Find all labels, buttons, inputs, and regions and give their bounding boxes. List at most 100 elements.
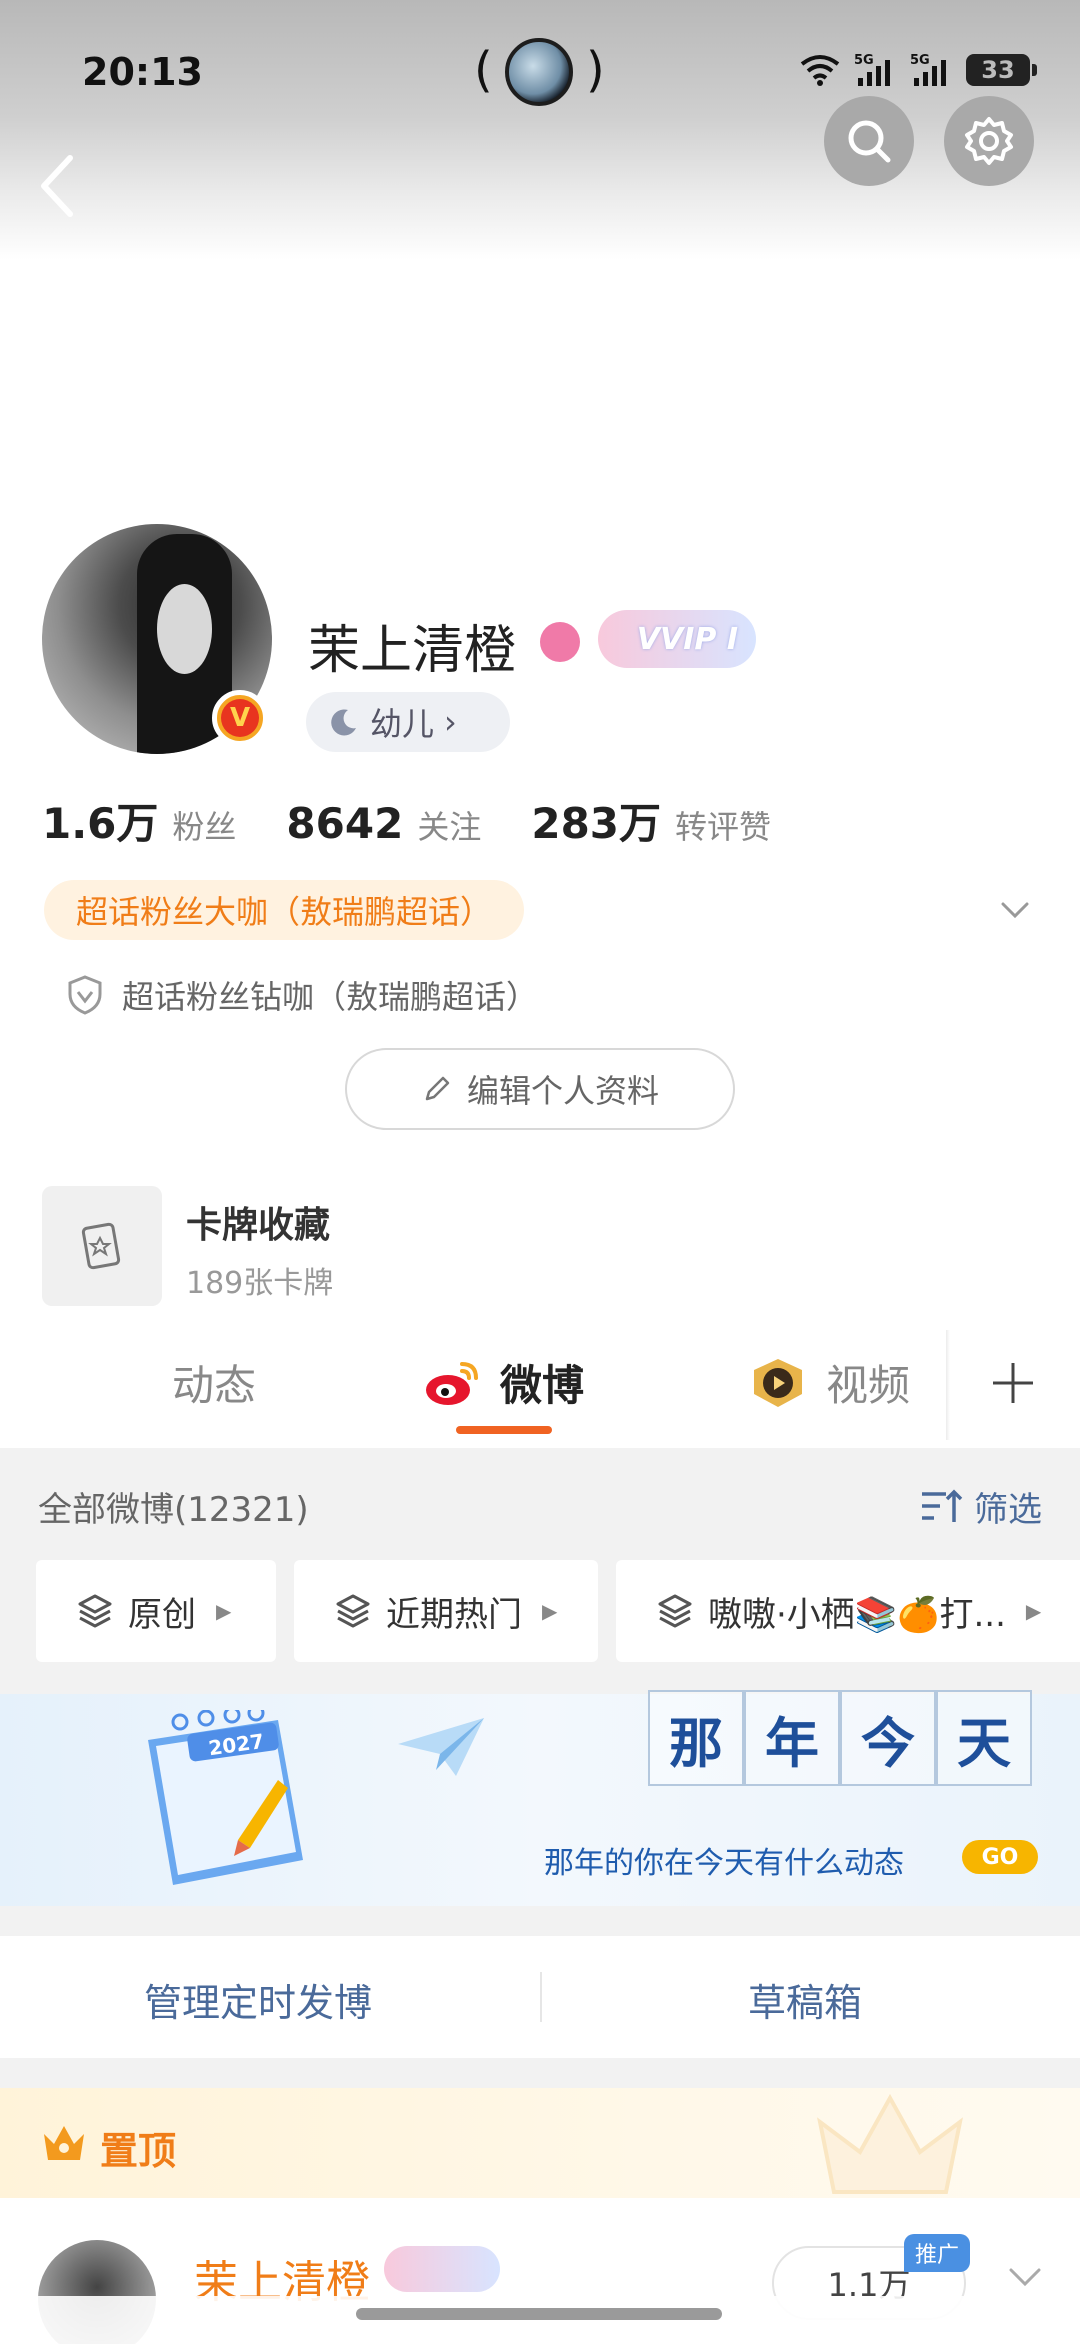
tab-divider [946,1330,950,1440]
on-this-day-title: 那 年 今 天 [648,1690,1032,1786]
active-tab-indicator [456,1426,552,1434]
stat-following[interactable]: 8642 关注 [286,799,481,848]
chip-arrow-icon: ▶ [1025,1599,1042,1623]
chip-custom-collection[interactable]: 嗷嗷·小栖📚🍊打... ▶ [616,1560,1080,1662]
settings-button[interactable] [944,96,1034,186]
pinned-label: 置顶 [100,2129,177,2173]
calendar-icon: 2027 [148,1710,303,1885]
manage-divider [540,1972,542,2022]
chip-original[interactable]: 原创 ▶ [36,1560,276,1662]
filter-label: 筛选 [974,1490,1042,1530]
gear-icon [965,117,1013,165]
verified-badge-icon: V [212,690,268,746]
vvip-badge[interactable]: VVIP I [598,610,756,668]
paper-plane-icon [398,1718,484,1776]
tab-weibo[interactable]: 微博 [424,1352,584,1413]
chip-original-label: 原创 [128,1594,196,1635]
status-center-indicator: ( ) [474,36,605,112]
signal-5g-icon-2: 5G [910,53,946,86]
stat-followers[interactable]: 1.6万 粉丝 [42,790,236,851]
banner-title-char: 那 [648,1690,744,1786]
card-collection-count: 189张卡牌 [186,1266,334,1301]
level-pill[interactable]: 幼儿 › [306,692,510,752]
home-indicator[interactable] [356,2308,722,2320]
video-badge-icon [754,1358,802,1407]
stat-interactions[interactable]: 283万 转评赞 [531,790,771,851]
manage-row: 管理定时发博 草稿箱 [0,1936,1080,2058]
crown-icon [44,2126,84,2160]
back-arrow-icon[interactable] [30,150,90,220]
promo-tag: 推广 [904,2234,970,2272]
section-separator [0,2058,1080,2088]
diamond-fan-label: 超话粉丝钻咖（敖瑞鹏超话） [122,978,539,1016]
tab-video-label: 视频 [826,1361,911,1410]
chevron-down-icon[interactable] [1000,895,1030,925]
all-weibo-count: 全部微博(12321) [38,1490,309,1530]
tab-video[interactable]: 视频 [748,1352,910,1413]
chip-arrow-icon: ▶ [542,1599,558,1623]
go-button[interactable]: GO [962,1840,1038,1874]
weibo-logo-icon [426,1361,478,1405]
chip-custom-collection-label: 嗷嗷·小栖📚🍊打... [708,1594,1006,1635]
tab-dynamics[interactable]: 动态 [172,1352,256,1413]
paren-right-icon: ) [586,42,605,98]
chip-arrow-icon: ▶ [216,1599,232,1623]
layers-icon [336,1594,370,1628]
wifi-icon [800,55,840,86]
stat-following-label: 关注 [417,808,482,846]
profile-name: 茉上清橙 [308,621,517,681]
battery-level: 33 [981,56,1015,84]
stat-followers-value: 1.6万 [42,799,159,848]
status-bar: 20:13 ( ) 5G 5G 33 [0,0,1080,140]
dynamic-island-orb-icon [505,38,573,106]
manage-scheduled-button[interactable]: 管理定时发博 [144,1972,372,2027]
super-fan-badge[interactable]: 超话粉丝大咖（敖瑞鹏超话） [44,880,525,940]
stat-interactions-value: 283万 [531,799,662,848]
chevron-down-icon[interactable] [1008,2262,1042,2292]
post-vip-badge [384,2246,500,2292]
bottom-fade [0,2296,1080,2344]
moon-icon [331,709,356,736]
crown-watermark-icon [817,2093,963,2194]
stat-interactions-label: 转评赞 [675,808,772,846]
card-star-icon [81,1222,121,1270]
banner-title-char: 年 [744,1690,840,1786]
diamond-fan-badge[interactable]: 超话粉丝钻咖（敖瑞鹏超话） [66,972,538,1018]
battery-icon: 33 [966,54,1037,86]
profile-tabs: 动态 微博 视频 [0,1330,1080,1440]
search-button[interactable] [824,96,914,186]
level-chevron-icon: › [444,703,457,741]
stat-following-value: 8642 [286,799,404,848]
tab-weibo-label: 微博 [500,1361,585,1410]
network-2-text: 5G [910,53,930,68]
paren-left-icon: ( [474,42,493,98]
edit-profile-label: 编辑个人资料 [466,1072,659,1110]
avatar-face-shape [157,584,212,674]
banner-title-char: 今 [840,1690,936,1786]
chip-recent-hot[interactable]: 近期热门 ▶ [294,1560,598,1662]
drafts-button[interactable]: 草稿箱 [748,1972,862,2027]
status-time: 20:13 [82,50,203,94]
layers-icon [78,1594,112,1628]
on-this-day-subtitle: 那年的你在今天有什么动态 [544,1846,904,1881]
filter-icon [922,1489,963,1522]
stat-followers-label: 粉丝 [172,808,237,846]
profile-stats: 1.6万 粉丝 8642 关注 283万 转评赞 [42,790,821,851]
level-label: 幼儿 [370,705,435,743]
filter-button[interactable]: 筛选 [920,1482,1042,1531]
layers-icon [658,1594,692,1628]
card-collection-title[interactable]: 卡牌收藏 [186,1196,330,1248]
edit-profile-button[interactable]: 编辑个人资料 [345,1048,735,1130]
network-1-text: 5G [854,53,874,68]
card-collection-icon-box[interactable] [42,1186,162,1306]
female-gender-icon [540,622,580,662]
status-icons: 5G 5G 33 [800,50,1037,90]
search-icon [848,120,891,163]
signal-5g-icon: 5G [854,53,890,86]
banner-title-char: 天 [936,1690,1032,1786]
section-separator [0,1906,1080,1936]
add-tab-plus-icon[interactable] [990,1360,1036,1406]
pencil-icon [425,1076,450,1101]
shield-icon [68,975,102,1015]
tab-dynamics-label: 动态 [172,1361,257,1410]
